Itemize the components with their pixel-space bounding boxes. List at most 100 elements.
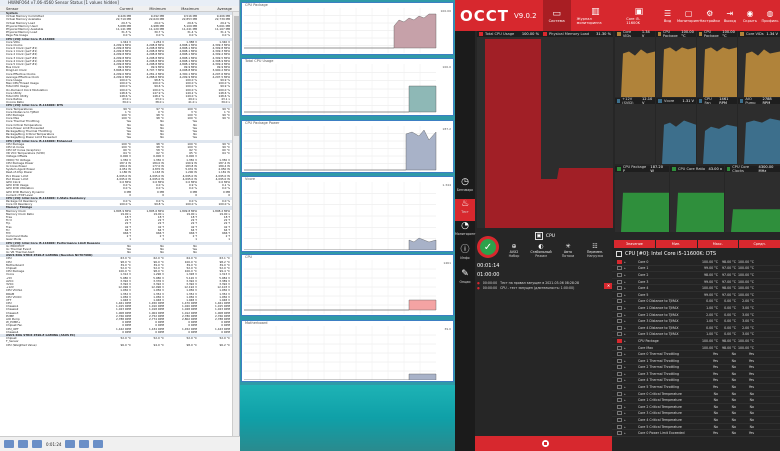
sensor-checkbox[interactable] xyxy=(617,259,622,264)
sensor-checkbox[interactable] xyxy=(617,279,622,284)
settings-icon[interactable] xyxy=(65,440,76,448)
monitor-tile[interactable]: CPU Package 100.00 °C xyxy=(697,30,737,97)
sensor-checkbox[interactable] xyxy=(617,319,622,324)
graph-toggle-icon[interactable]: ▴ xyxy=(624,339,632,343)
monitor-tile[interactable]: CPU Package P 187.20 W xyxy=(615,165,669,232)
sensor-row[interactable]: ▴ Core 1 Distance to TjMAX 1.00 °C 0.00 °C 3… xyxy=(612,305,780,312)
sensor-row[interactable]: ▴ Core 3 Distance to TjMAX 1.00 °C 0.00 °C 3… xyxy=(612,318,780,325)
sensor-checkbox[interactable] xyxy=(617,312,622,317)
sensor-checkbox[interactable] xyxy=(617,398,622,403)
sensor-row[interactable]: ▴ CPU Package 100.00 °C 98.00 °C 100.00 °C xyxy=(612,338,780,345)
sensor-row[interactable]: ▴ Core Max 100.00 °C 98.00 °C 100.00 °C xyxy=(612,345,780,352)
sensor-row[interactable]: ▴ Core 2 98.00 °C 97.00 °C 100.00 °C xyxy=(612,272,780,279)
monitoring-button[interactable]: ▢ Мониторинг xyxy=(677,0,700,31)
graph-window[interactable]: Vcore 1.344 xyxy=(241,176,454,252)
graph-toggle-icon[interactable]: ▴ xyxy=(624,418,632,422)
monitor-tile[interactable]: CPU Core Ratio 43.00 x xyxy=(670,166,724,232)
sidebar-item-benchmark[interactable]: ◷ Бенчмарк xyxy=(455,177,475,199)
graph-toggle-icon[interactable]: ▴ xyxy=(624,293,632,297)
sensor-checkbox[interactable] xyxy=(617,404,622,409)
sensor-checkbox[interactable] xyxy=(617,345,622,350)
sensor-checkbox[interactable] xyxy=(617,385,622,390)
graph-toggle-icon[interactable]: ▴ xyxy=(624,398,632,402)
sensor-checkbox[interactable] xyxy=(617,352,622,357)
sensor-row[interactable]: ▴ Core 4 Distance to TjMAX 0.00 °C 0.00 °C 2… xyxy=(612,325,780,332)
nav-left-icon[interactable] xyxy=(4,440,14,448)
col-average[interactable]: Average xyxy=(199,6,232,11)
sensor-row[interactable]: ▴ Core 2 Thermal Throttling Yes No Yes xyxy=(612,365,780,372)
monitor-tile[interactable]: CPU Fan 1461 RPM xyxy=(697,97,737,164)
graph-toggle-icon[interactable]: ▴ xyxy=(624,411,632,415)
graph-toggle-icon[interactable]: ▴ xyxy=(624,378,632,382)
col-current[interactable]: Current xyxy=(100,6,134,11)
stop-test-button[interactable] xyxy=(475,436,615,451)
sensor-row[interactable]: ▴ Core 4 Thermal Throttling Yes No Yes xyxy=(612,378,780,385)
sensor-row[interactable]: ▴ Core 5 99.00 °C 97.00 °C 100.00 °C xyxy=(612,292,780,299)
sensor-tab-max[interactable]: Макс. xyxy=(697,240,739,248)
sensor-checkbox[interactable] xyxy=(617,266,622,271)
graph-toggle-icon[interactable]: ▴ xyxy=(624,280,632,284)
sensor-tab-min[interactable]: Мин. xyxy=(655,240,697,248)
scrollbar-thumb[interactable] xyxy=(234,16,239,136)
sensor-row[interactable]: ▴ Core 3 Thermal Throttling Yes No Yes xyxy=(612,371,780,378)
nav-right-icon[interactable] xyxy=(18,440,28,448)
graph-window[interactable]: CPU Package 100.00 xyxy=(241,2,454,55)
exit-button[interactable]: ⇥ Выход xyxy=(720,0,740,31)
close-icon[interactable] xyxy=(93,440,104,448)
sensor-checkbox[interactable] xyxy=(617,371,622,376)
sensor-checkbox[interactable] xyxy=(617,286,622,291)
graph-window[interactable]: CPU 1461 xyxy=(241,254,454,316)
monitor-total-cpu-usage[interactable]: Total CPU Usage 100.00 % xyxy=(477,31,541,228)
graph-toggle-icon[interactable]: ▴ xyxy=(624,431,632,435)
graph-toggle-icon[interactable]: ▴ xyxy=(624,346,632,350)
sensor-checkbox[interactable] xyxy=(617,325,622,330)
sensor-checkbox[interactable] xyxy=(617,431,622,436)
test-option[interactable]: ⊕ AVX2 Набор xyxy=(501,243,527,258)
sensor-row[interactable]: ▴ Core 0 Critical Temperature No No No xyxy=(612,391,780,398)
sensor-checkbox[interactable] xyxy=(617,272,622,277)
graph-toggle-icon[interactable]: ▴ xyxy=(624,385,632,389)
tab-monitor-log[interactable]: ▥ Журнал мониторинга xyxy=(571,0,621,31)
sensor-checkbox[interactable] xyxy=(617,292,622,297)
sensor-row[interactable]: ▴ Core 1 99.00 °C 97.00 °C 100.00 °C xyxy=(612,266,780,273)
reset-icon[interactable] xyxy=(79,440,90,448)
sensor-row[interactable]: ▴ Core 0 Power Limit Exceeded Yes No Yes xyxy=(612,430,780,438)
graph-toggle-icon[interactable]: ▴ xyxy=(624,299,632,303)
graph-toggle-icon[interactable]: ▴ xyxy=(624,352,632,356)
sidebar-item-monitoring[interactable]: ◔ Мониторинг xyxy=(455,221,476,243)
sensor-tab-avg[interactable]: Средн. xyxy=(739,240,780,248)
col-sensor[interactable]: Sensor xyxy=(0,6,100,11)
sensor-checkbox[interactable] xyxy=(617,418,622,423)
monitor-tile[interactable]: Core VIDs 1.34 V xyxy=(615,30,655,97)
test-option[interactable]: ◐ Стабильный Режим xyxy=(528,243,554,258)
graph-toggle-icon[interactable]: ▴ xyxy=(624,372,632,376)
sensor-row[interactable]: CPU (Weighted Value) 96.0 °C 94.0 °C 98.0 °… xyxy=(0,344,232,347)
graph-toggle-icon[interactable]: ▴ xyxy=(624,286,632,290)
sensor-row[interactable]: ▴ Core 5 Critical Temperature No No No xyxy=(612,424,780,431)
network-icon[interactable] xyxy=(32,440,42,448)
graph-toggle-icon[interactable]: ▴ xyxy=(624,359,632,363)
graph-toggle-icon[interactable]: ▴ xyxy=(624,319,632,323)
monitor-tile[interactable]: Core VIDs 1.34 V xyxy=(738,31,780,97)
test-option[interactable]: ✳ Авто Потоки xyxy=(555,243,581,258)
sensor-row[interactable]: ▴ Core 3 Critical Temperature No No No xyxy=(612,411,780,418)
sensor-checkbox[interactable] xyxy=(617,338,622,343)
sensor-row[interactable]: ▴ Core 1 Critical Temperature No No No xyxy=(612,397,780,405)
graph-window[interactable]: CPU Package Power 187.2 xyxy=(241,120,454,173)
sidebar-item-options[interactable]: ✎ Опции xyxy=(455,269,475,291)
profile-button[interactable]: ◍ Профиль xyxy=(760,0,780,31)
graph-toggle-icon[interactable]: ▴ xyxy=(624,365,632,369)
sensor-checkbox[interactable] xyxy=(617,299,622,304)
settings-button[interactable]: ⚙ Настройки xyxy=(700,0,720,31)
graph-toggle-icon[interactable]: ▴ xyxy=(624,266,632,270)
monitor-tile[interactable]: AIO Pump 2788 RPM xyxy=(738,97,780,164)
monitor-tile[interactable]: Vcore 1.31 V xyxy=(656,98,696,164)
sensor-checkbox[interactable] xyxy=(617,424,622,429)
sensor-checkbox[interactable] xyxy=(617,391,622,396)
sensor-row[interactable]: ▴ Core 2 Distance to TjMAX 2.00 °C 0.00 °C 3… xyxy=(612,312,780,319)
test-status-button[interactable]: ✓ xyxy=(477,236,499,258)
tab-cpu[interactable]: ▣ Core i5-11600K xyxy=(620,0,657,31)
sensor-row[interactable]: ▴ Core 5 Thermal Throttling Yes No Yes xyxy=(612,384,780,391)
view-button[interactable]: ☰ Вид xyxy=(658,0,678,31)
col-minimum[interactable]: Minimum xyxy=(133,6,166,11)
